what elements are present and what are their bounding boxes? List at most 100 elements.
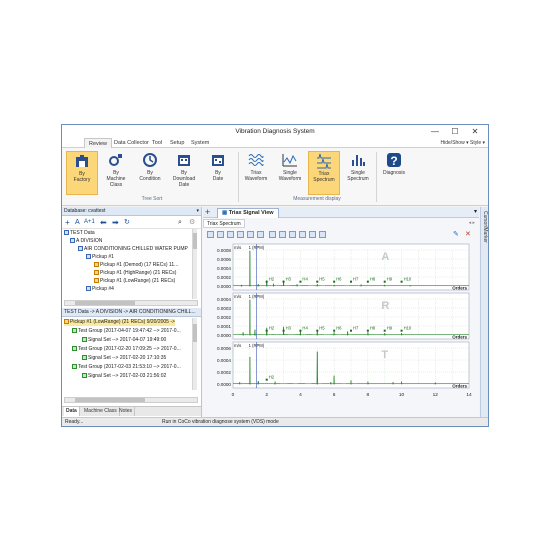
by-condition-button[interactable]: By Condition [134, 151, 166, 195]
test-group-node[interactable]: Test Group (2017-02-20 17:09:25 --> 2017… [72, 346, 181, 353]
triax-waveform-label: Triax Waveform [244, 170, 268, 182]
menu-tab-review[interactable]: Review [84, 138, 113, 148]
diagnosis-button[interactable]: ? Diagnosis [378, 151, 410, 195]
by-download-date-button[interactable]: By Download Date [168, 151, 200, 195]
sub-tab-nav-icon[interactable]: ◂ ▸ [469, 220, 475, 226]
harmonic-icon[interactable] [237, 231, 244, 238]
tree-node[interactable]: Pickup #1 (LowRange) (21 RECs) [94, 278, 175, 285]
peak-icon[interactable] [257, 231, 264, 238]
doc-tab-label: Triax Signal View [228, 210, 274, 216]
tree-vscroll[interactable] [192, 229, 197, 299]
scroll-thumb[interactable] [193, 324, 197, 342]
pin-icon[interactable]: ✎ [453, 230, 459, 238]
by-factory-button[interactable]: By Factory [66, 151, 98, 195]
test-group-label: Test Group (2017-02-03 21:53:10 --> 2017… [78, 364, 181, 370]
calendar-icon [212, 155, 224, 166]
arrow-left-icon[interactable]: ⬅ [100, 218, 107, 227]
test-group-node[interactable]: Test Group (2017-02-03 21:53:10 --> 2017… [72, 364, 181, 371]
close-view-icon[interactable]: ✕ [465, 230, 471, 238]
x-tick-label: 8 [367, 392, 370, 398]
tree-node[interactable]: AIR CONDITIONING CHILLED WATER PUMP [78, 246, 188, 253]
record-node[interactable]: Pickup #1 (LowRange) (21 RECs) 9/20/2005… [64, 319, 175, 326]
sideband-icon[interactable] [247, 231, 254, 238]
refresh-icon[interactable]: ↻ [124, 218, 130, 227]
chart-type-icon[interactable] [269, 231, 276, 238]
settings-icon[interactable]: ⚙ [189, 218, 195, 227]
harmonic-marker-label: H7 [353, 326, 359, 331]
spectrum-svg: 0.00080.00060.00040.00020.0000m/sOrdersA… [217, 243, 472, 398]
y-tick-label: 0.0006 [217, 346, 231, 351]
harmonic-marker-label: H10 [404, 326, 412, 331]
signal-set-node[interactable]: Signal Set --> 2017-04-07 19:49:00 [82, 337, 166, 344]
zoom-icon[interactable] [207, 231, 214, 238]
axis-direction-label: R [381, 300, 389, 312]
close-button[interactable]: ✕ [468, 126, 482, 137]
single-spectrum-label: Single Spectrum [347, 170, 369, 182]
table-icon[interactable] [309, 231, 316, 238]
harmonic-marker [333, 329, 336, 332]
single-waveform-button[interactable]: Single Waveform [274, 151, 306, 195]
tab-triax-spectrum[interactable]: Triax Spectrum [203, 219, 245, 228]
menu-tab-tool[interactable]: Tool [148, 138, 166, 148]
add-icon[interactable]: + [65, 218, 70, 227]
single-spectrum-button[interactable]: Single Spectrum [342, 151, 374, 195]
tab-triax-signal-view[interactable]: ▦ Triax Signal View [217, 208, 279, 218]
menu-tab-system[interactable]: System [187, 138, 213, 148]
harmonic-marker-label: H5 [319, 326, 325, 331]
tab-machine-class[interactable]: Machine Class [82, 407, 120, 416]
triax-waveform-button[interactable]: Triax Waveform [240, 151, 272, 195]
tree-node[interactable]: Pickup #1 (HighRange) (21 RECs) [94, 270, 176, 277]
ribbon: By Factory By Machine Class By Condition… [62, 148, 488, 206]
minimize-button[interactable]: — [428, 126, 442, 137]
by-machine-class-button[interactable]: By Machine Class [100, 151, 132, 195]
signal-set-node[interactable]: Signal Set --> 2017-02-03 21:56:02 [82, 373, 166, 380]
maximize-button[interactable]: ☐ [448, 126, 462, 137]
signal-set-node[interactable]: Signal Set --> 2017-02-20 17:10:35 [82, 355, 166, 362]
arrow-right-icon[interactable]: ➡ [112, 218, 119, 227]
harmonic-marker [383, 329, 386, 332]
harmonic-marker-label: H4 [302, 277, 308, 282]
print-icon[interactable] [299, 231, 306, 238]
pin-icon[interactable]: ▾ [196, 207, 199, 216]
tree-node[interactable]: Pickup #1 [86, 254, 114, 261]
database-label: Database: cvattest [64, 208, 106, 214]
cursor-icon[interactable] [227, 231, 234, 238]
tab-data[interactable]: Data [64, 407, 80, 416]
tree-sort-group-label: Tree Sort [141, 196, 163, 202]
copy-icon[interactable] [279, 231, 286, 238]
record-vscroll[interactable] [192, 318, 197, 390]
y-unit-label: m/s [234, 245, 242, 250]
cursor-marker-sidebar[interactable]: Cursor/Marker [480, 207, 488, 417]
test-group-label: Test Group (2017-04-07 19:47:42 --> 2017… [78, 328, 181, 334]
pan-icon[interactable] [217, 231, 224, 238]
tree-node[interactable]: Pickup #4 [86, 286, 114, 293]
export-icon[interactable] [289, 231, 296, 238]
harmonic-marker [383, 280, 386, 283]
add-view-icon[interactable]: + [205, 207, 210, 217]
hide-show-style-menu[interactable]: Hide/Show ▾ Style ▾ [441, 138, 485, 148]
tree-node[interactable]: A DIVISION [70, 238, 102, 245]
menu-tab-data-collector[interactable]: Data Collector [110, 138, 153, 148]
scroll-thumb[interactable] [193, 233, 197, 249]
harmonic-marker-label: H8 [370, 277, 376, 282]
x-unit-label: Orders [452, 286, 467, 291]
menu-tab-setup[interactable]: Setup [166, 138, 188, 148]
record-hscroll[interactable] [64, 397, 198, 403]
search-icon[interactable]: ⌕ [178, 218, 182, 227]
by-date-button[interactable]: By Date [202, 151, 234, 195]
tab-dropdown-icon[interactable]: ▾ [474, 208, 477, 215]
test-group-node[interactable]: Test Group (2017-04-07 19:47:42 --> 2017… [72, 328, 181, 335]
font-size-icon[interactable]: A+1 [84, 218, 95, 227]
font-icon[interactable]: A [75, 218, 80, 227]
tree-node[interactable]: TEST Data [64, 230, 95, 237]
scroll-thumb[interactable] [75, 398, 145, 402]
tree-node[interactable]: Pickup #1 (Demod) (17 RECs) 11... [94, 262, 178, 269]
y-unit-label: m/s [234, 294, 242, 299]
scroll-thumb[interactable] [75, 301, 135, 305]
tree-hscroll[interactable] [64, 300, 198, 306]
factory-icon [76, 155, 88, 167]
y-tick-label: 0.0004 [217, 358, 231, 363]
report-icon[interactable] [319, 231, 326, 238]
triax-spectrum-button[interactable]: Triax Spectrum [308, 151, 340, 195]
tab-notes[interactable]: Notes [117, 407, 136, 416]
